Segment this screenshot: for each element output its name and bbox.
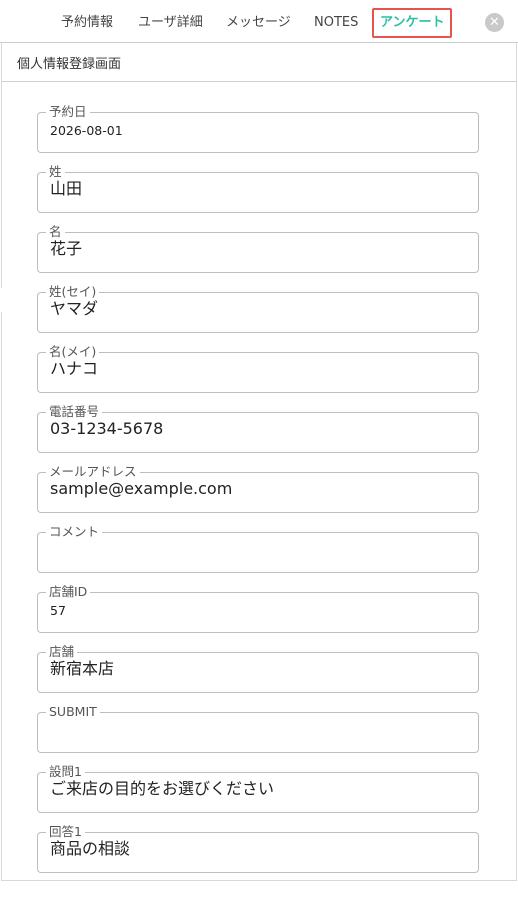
comment-field[interactable]: コメント <box>37 524 479 573</box>
field-label: 店舗ID <box>46 584 91 600</box>
last-name-kana-field[interactable]: 姓(セイ) ヤマダ <box>37 284 479 333</box>
tab-messages[interactable]: メッセージ <box>226 8 291 38</box>
field-label: メールアドレス <box>46 464 140 480</box>
phone-number-field[interactable]: 電話番号 03-1234-5678 <box>37 404 479 453</box>
panel-border-gap <box>0 288 2 312</box>
field-label: 名(メイ) <box>46 344 100 360</box>
tab-notes[interactable]: NOTES <box>314 8 358 38</box>
field-value: 山田 <box>50 179 83 198</box>
store-field[interactable]: 店舗 新宿本店 <box>37 644 479 693</box>
last-name-field[interactable]: 姓 山田 <box>37 164 479 213</box>
tab-user-details[interactable]: ユーザ詳細 <box>138 8 203 38</box>
field-value: sample@example.com <box>50 479 233 498</box>
field-label: 店舗 <box>46 644 78 660</box>
title-divider <box>1 81 517 82</box>
field-value: 03-1234-5678 <box>50 419 164 438</box>
field-label: 電話番号 <box>46 404 103 420</box>
tab-survey[interactable]: アンケート <box>372 8 453 38</box>
form-panel <box>1 43 517 881</box>
email-field[interactable]: メールアドレス sample@example.com <box>37 464 479 513</box>
first-name-kana-field[interactable]: 名(メイ) ハナコ <box>37 344 479 393</box>
tab-bar: 予約情報 ユーザ詳細 メッセージ NOTES アンケート ✕ <box>0 0 518 43</box>
field-value: 花子 <box>50 239 83 258</box>
field-label: 名 <box>46 224 65 240</box>
field-label: 姓 <box>46 164 65 180</box>
field-value: 新宿本店 <box>50 659 115 678</box>
field-label: SUBMIT <box>46 704 100 720</box>
field-value: 57 <box>50 603 66 618</box>
field-label: 設問1 <box>46 764 85 780</box>
field-label: コメント <box>46 524 103 540</box>
answer1-field[interactable]: 回答1 商品の相談 <box>37 824 479 873</box>
submit-field[interactable]: SUBMIT <box>37 704 479 753</box>
panel-title: 個人情報登録画面 <box>17 57 122 72</box>
question1-field[interactable]: 設問1 ご来店の目的をお選びください <box>37 764 479 813</box>
close-icon[interactable]: ✕ <box>485 13 504 32</box>
field-label: 回答1 <box>46 824 85 840</box>
first-name-field[interactable]: 名 花子 <box>37 224 479 273</box>
field-value: 2026-08-01 <box>50 123 123 138</box>
field-value: ご来店の目的をお選びください <box>50 779 275 798</box>
field-value: ハナコ <box>50 359 99 378</box>
field-label: 予約日 <box>46 104 90 120</box>
tab-reservation-info[interactable]: 予約情報 <box>61 8 113 38</box>
field-value: ヤマダ <box>50 299 99 318</box>
field-label: 姓(セイ) <box>46 284 100 300</box>
store-id-field[interactable]: 店舗ID 57 <box>37 584 479 633</box>
reservation-date-field[interactable]: 予約日 2026-08-01 <box>37 104 479 153</box>
field-value: 商品の相談 <box>50 839 131 858</box>
